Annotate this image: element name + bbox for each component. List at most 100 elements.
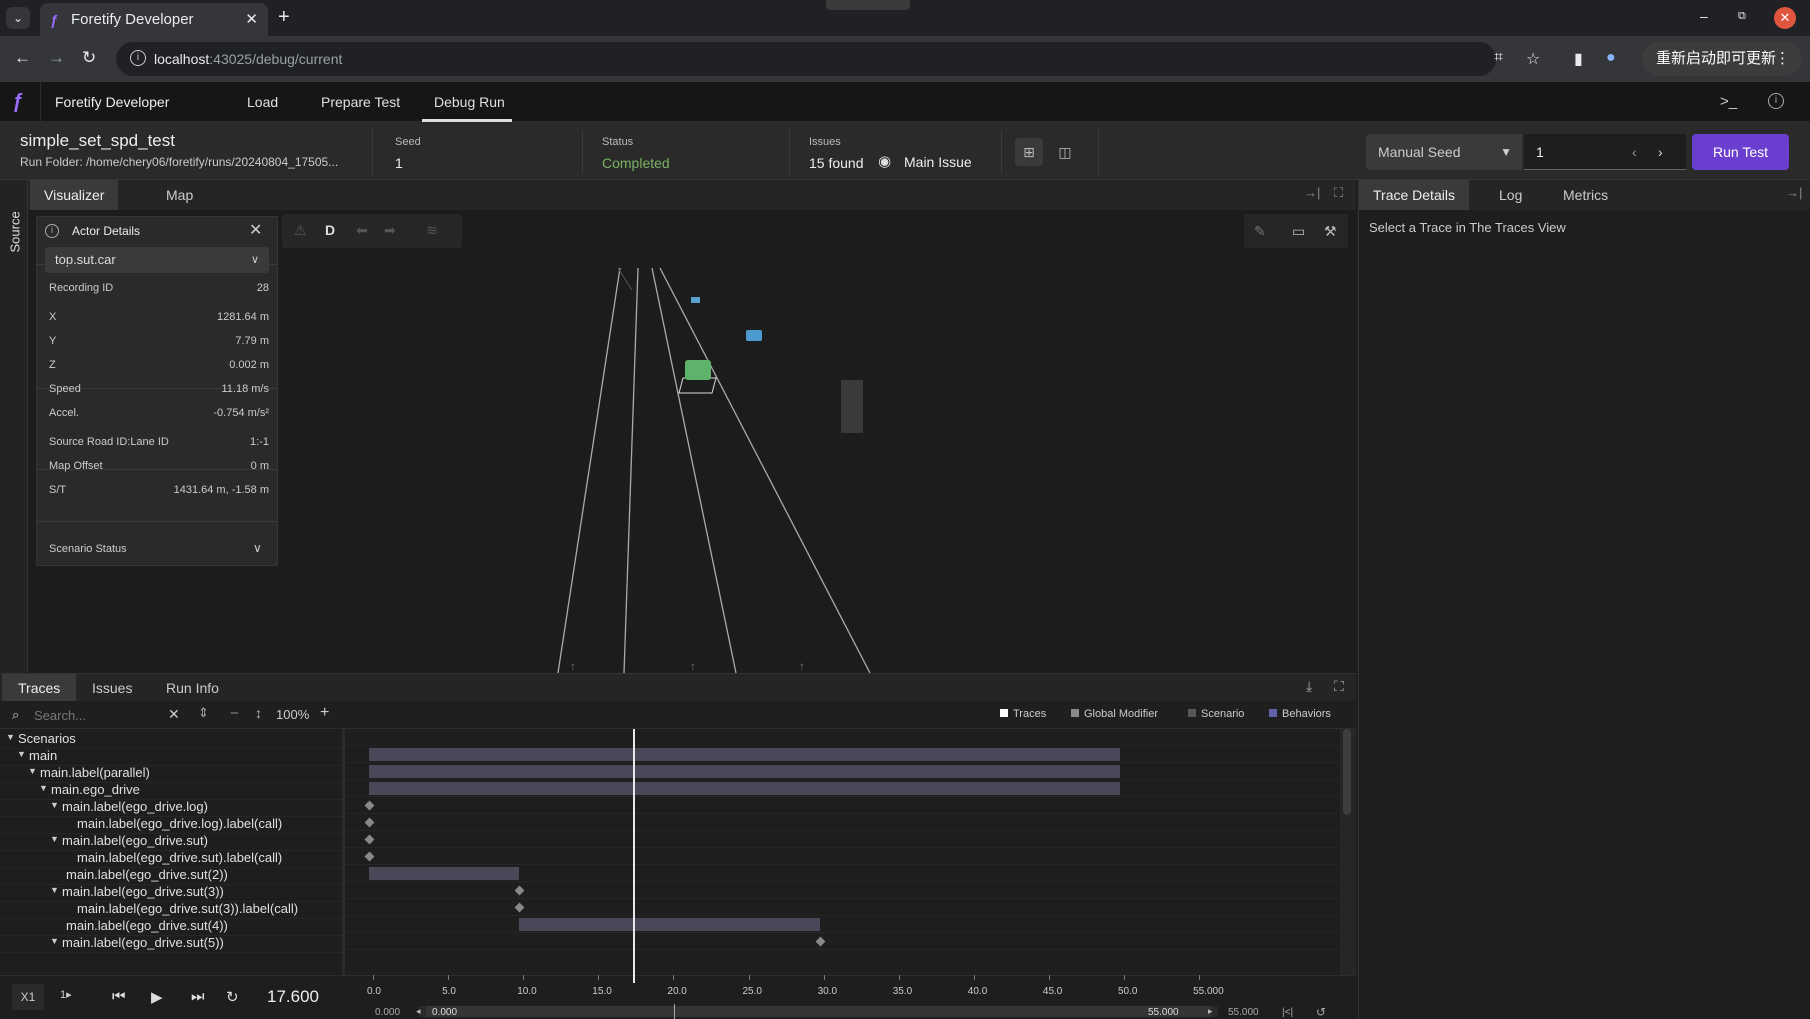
minimize-icon[interactable]: – (1700, 8, 1708, 24)
fit-height-icon[interactable]: ↕ (255, 705, 262, 721)
vertical-scrollbar[interactable] (1340, 729, 1356, 975)
kebab-menu-icon[interactable]: ⋮ (1775, 42, 1790, 76)
scrollbar-thumb[interactable] (1343, 729, 1351, 815)
nav-debug-run[interactable]: Debug Run (434, 94, 505, 110)
expand-toggle-icon[interactable]: ▼ (50, 800, 59, 810)
trace-event-marker[interactable] (364, 817, 375, 828)
expand-toggle-icon[interactable]: ▼ (50, 936, 59, 946)
chevron-down-icon[interactable]: ∨ (253, 541, 262, 555)
layout-columns-icon[interactable]: ◫ (1051, 138, 1079, 166)
skip-back-icon[interactable]: ⏮ (112, 988, 126, 1005)
main-issue-link[interactable]: Main Issue (904, 154, 972, 170)
tab-list-button[interactable]: ⌄ (6, 7, 30, 29)
skip-forward-icon[interactable]: ⏭ (191, 988, 205, 1005)
range-left-handle[interactable]: ◂ (416, 1006, 421, 1017)
tab-trace-details[interactable]: Trace Details (1359, 180, 1469, 210)
range-selector[interactable]: 0.000 ◂ 0.000 55.000 ▸ 55.000 |<| ↺ (370, 1004, 1360, 1019)
trace-event-marker[interactable] (364, 800, 375, 811)
range-fill[interactable] (426, 1006, 1211, 1017)
trace-event-marker[interactable] (364, 851, 375, 862)
side-panel-icon[interactable]: ▮ (1574, 49, 1583, 69)
expand-toggle-icon[interactable]: ▼ (6, 732, 15, 742)
expand-collapse-icon[interactable]: ⇕ (198, 705, 209, 721)
range-right-handle[interactable]: ▸ (1208, 1006, 1213, 1017)
trace-event-marker[interactable] (514, 902, 525, 913)
time-cursor[interactable] (633, 729, 636, 983)
wrench-icon[interactable]: ⚒ (1324, 223, 1337, 240)
terminal-icon[interactable]: >_ (1720, 93, 1737, 110)
seed-next-icon[interactable]: › (1658, 144, 1663, 160)
drive-mode-button[interactable]: D (325, 222, 335, 238)
url-text[interactable]: localhost:43025/debug/current (154, 51, 342, 67)
trace-timeline[interactable] (345, 729, 1340, 975)
camera-icon[interactable]: ▭ (1292, 223, 1305, 240)
address-bar[interactable]: i localhost:43025/debug/current (116, 42, 1496, 76)
actor-select[interactable]: top.sut.car ∨ (45, 247, 269, 273)
trace-bar[interactable] (519, 918, 820, 931)
clear-icon[interactable]: ✕ (168, 706, 180, 723)
trail-icon[interactable]: ≋ (426, 222, 438, 239)
window-drag-handle[interactable] (826, 0, 910, 10)
range-fit-icon[interactable]: |<| (1282, 1007, 1293, 1018)
eye-icon[interactable]: ◉ (878, 152, 891, 170)
step-size-button[interactable]: 1▸ (60, 988, 72, 1001)
tab-issues[interactable]: Issues (76, 674, 148, 702)
seed-mode-select[interactable]: Manual Seed ▼ (1366, 134, 1522, 170)
fullscreen-icon[interactable]: ⛶ (1334, 185, 1343, 201)
info-icon[interactable]: i (1768, 93, 1784, 109)
forward-icon[interactable]: → (48, 48, 65, 68)
time-axis[interactable]: 0.000 ◂ 0.000 55.000 ▸ 55.000 |<| ↺ 0.0 5… (367, 975, 1360, 1019)
trace-tree-row[interactable]: ▼ main.label(ego_drive.sut(5)) (0, 933, 342, 953)
tab-traces[interactable]: Traces (2, 674, 77, 702)
trace-bar[interactable] (369, 782, 1120, 795)
trace-bar[interactable] (369, 748, 1120, 761)
tab-map[interactable]: Map (152, 180, 207, 210)
new-tab-button[interactable]: + (278, 6, 290, 29)
tab-run-info[interactable]: Run Info (150, 674, 235, 702)
fullscreen-icon[interactable]: ⛶ (1334, 678, 1344, 695)
tab-metrics[interactable]: Metrics (1549, 180, 1622, 210)
ego-car[interactable] (685, 360, 711, 380)
play-icon[interactable]: ▶ (151, 988, 163, 1006)
search-input[interactable] (34, 705, 174, 725)
npc-car[interactable] (746, 330, 762, 341)
ruler-icon[interactable]: ✎ (1254, 223, 1266, 240)
profile-avatar-icon[interactable]: ● (1606, 49, 1616, 67)
npc-car-far[interactable] (691, 297, 700, 303)
tab-log[interactable]: Log (1485, 180, 1536, 210)
close-icon[interactable]: ✕ (249, 220, 262, 240)
layout-grid-icon[interactable]: ⊞ (1015, 138, 1043, 166)
back-icon[interactable]: ← (14, 48, 31, 68)
scenario-status-toggle[interactable]: Scenario Status (49, 543, 127, 555)
expand-toggle-icon[interactable]: ▼ (28, 766, 37, 776)
arrow-left-icon[interactable]: ⬅ (356, 222, 368, 239)
expand-toggle-icon[interactable]: ▼ (50, 834, 59, 844)
reset-icon[interactable]: ↺ (1316, 1005, 1326, 1019)
expand-toggle-icon[interactable]: ▼ (17, 749, 26, 759)
source-tab[interactable]: Source (8, 211, 23, 252)
download-icon[interactable]: ⤓ (1306, 678, 1312, 695)
arrow-right-icon[interactable]: ➡ (384, 222, 396, 239)
expand-toggle-icon[interactable]: ▼ (50, 885, 59, 895)
range-track[interactable]: ◂ 0.000 55.000 ▸ (416, 1006, 1218, 1018)
replay-icon[interactable]: ↻ (226, 988, 239, 1006)
restore-icon[interactable]: ⧉ (1738, 10, 1746, 23)
zoom-in-icon[interactable]: + (320, 704, 329, 722)
issues-count[interactable]: 15 found (809, 155, 864, 171)
browser-tab[interactable]: ƒ Foretify Developer ✕ (40, 3, 268, 36)
site-info-icon[interactable]: i (130, 50, 146, 66)
trace-bar[interactable] (369, 765, 1120, 778)
reload-icon[interactable]: ↻ (82, 48, 96, 68)
seed-prev-icon[interactable]: ‹ (1632, 144, 1637, 160)
collapse-panel-icon[interactable]: →| (1786, 185, 1802, 200)
nav-prepare-test[interactable]: Prepare Test (321, 94, 400, 110)
update-button[interactable]: 重新启动即可更新 ⋮ (1642, 42, 1802, 76)
trace-event-marker[interactable] (364, 834, 375, 845)
speed-button[interactable]: X1 (12, 984, 44, 1010)
trace-bar[interactable] (369, 867, 520, 880)
bookmark-star-icon[interactable]: ☆ (1526, 49, 1540, 69)
trace-event-marker[interactable] (514, 885, 525, 896)
expand-toggle-icon[interactable]: ▼ (39, 783, 48, 793)
run-test-button[interactable]: Run Test (1692, 134, 1789, 170)
trace-event-marker[interactable] (815, 936, 826, 947)
